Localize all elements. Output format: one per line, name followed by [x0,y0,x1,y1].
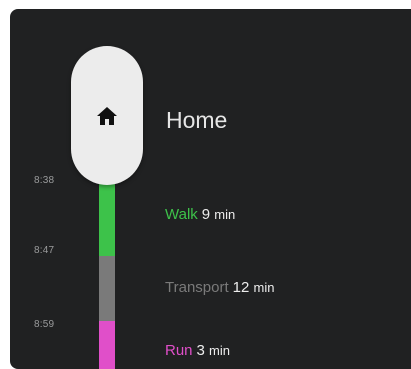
leg-row-run[interactable]: Run 3 min [165,342,230,359]
leg-mode-label: Transport [165,279,229,296]
leg-mode-label: Walk [165,206,198,223]
leg-row-walk[interactable]: Walk 9 min [165,206,235,223]
leg-duration-value: 3 [196,342,205,359]
walk-segment [99,179,115,267]
run-segment [99,321,115,369]
leg-duration: 9 min [202,206,235,223]
home-icon [97,107,117,125]
time-label: 8:59 [34,319,55,330]
leg-duration-value: 12 [232,279,250,296]
leg-duration-unit: min [253,280,275,295]
leg-duration-unit: min [214,207,236,222]
home-pill[interactable] [71,46,143,185]
leg-duration-unit: min [209,343,230,358]
timeline-card: 8:38 8:47 8:59 Home Walk 9 min Transport 1… [10,9,411,369]
leg-mode-label: Run [165,342,193,359]
leg-duration: 3 min [197,342,230,359]
leg-row-transport[interactable]: Transport 12 min [165,279,274,296]
time-label: 8:38 [34,175,55,186]
leg-duration-value: 9 [201,206,211,223]
destination-title: Home [166,107,228,133]
leg-duration: 12 min [233,279,275,296]
time-label: 8:47 [34,245,55,256]
